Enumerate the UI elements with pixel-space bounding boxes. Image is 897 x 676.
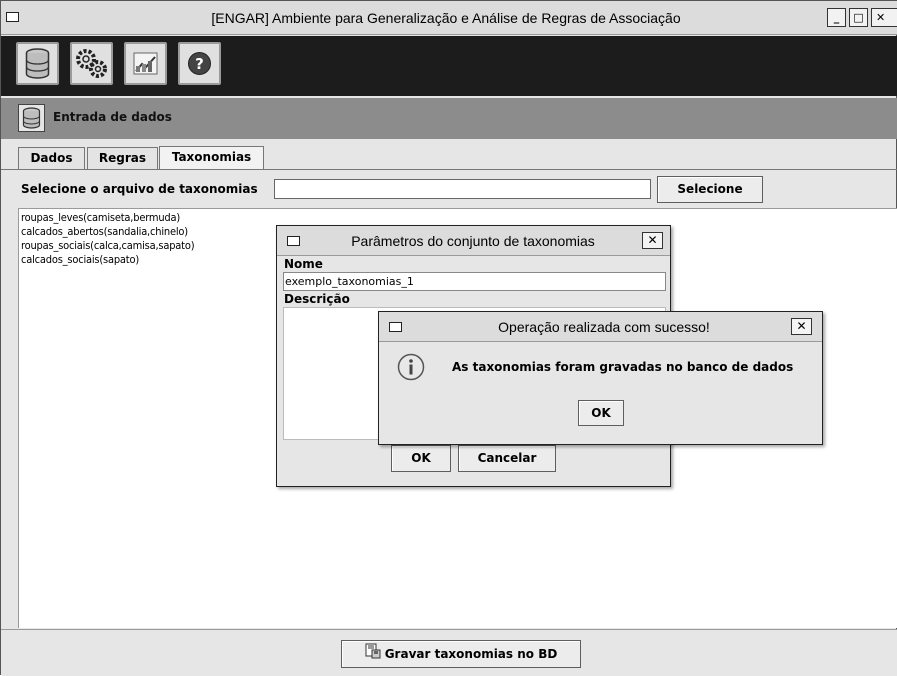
info-icon	[397, 353, 425, 384]
database-icon	[22, 107, 41, 129]
window-menu-icon[interactable]	[6, 12, 19, 22]
close-button[interactable]: ✕	[871, 8, 897, 27]
message-text: As taxonomias foram gravadas no banco de…	[452, 360, 794, 374]
message-dialog-close-button[interactable]: ✕	[791, 318, 812, 335]
params-ok-button[interactable]: OK	[391, 445, 451, 472]
section-title: Entrada de dados	[53, 110, 172, 124]
tab-taxonomias[interactable]: Taxonomias	[159, 146, 264, 170]
maximize-button[interactable]: □	[849, 8, 868, 27]
message-dialog-title: Operação realizada com sucesso!	[498, 319, 710, 335]
name-field[interactable]	[283, 272, 666, 291]
save-taxonomies-label: Gravar taxonomias no BD	[384, 647, 558, 661]
taxonomy-line: calcados_abertos(sandalia,chinelo)	[21, 225, 188, 238]
section-header: Entrada de dados	[1, 98, 897, 139]
select-file-button[interactable]: Selecione	[657, 176, 763, 203]
window-title: [ENGAR] Ambiente para Generalização e An…	[211, 10, 681, 26]
params-dialog-title: Parâmetros do conjunto de taxonomias	[351, 233, 595, 249]
dialog-menu-icon[interactable]	[389, 322, 402, 332]
svg-text:?: ?	[195, 55, 204, 73]
taxonomy-line: roupas_leves(camiseta,bermuda)	[21, 211, 181, 224]
tab-regras[interactable]: Regras	[87, 147, 158, 169]
params-cancel-button[interactable]: Cancelar	[458, 445, 556, 472]
tab-divider	[1, 169, 897, 170]
taxonomy-line: roupas_sociais(calca,camisa,sapato)	[21, 239, 195, 252]
toolbar-settings-button[interactable]	[70, 42, 113, 85]
name-label: Nome	[284, 257, 323, 271]
minimize-button[interactable]: _	[827, 8, 846, 27]
taxonomy-line: calcados_sociais(sapato)	[21, 253, 139, 266]
toolbar-help-button[interactable]: ?	[178, 42, 221, 85]
toolbar-data-button[interactable]	[16, 42, 59, 85]
save-taxonomies-button[interactable]: Gravar taxonomias no BD	[341, 640, 581, 668]
message-dialog: Operação realizada com sucesso! ✕ As tax…	[378, 311, 823, 445]
chart-icon	[133, 52, 158, 75]
message-ok-button[interactable]: OK	[578, 400, 624, 426]
toolbar-analysis-button[interactable]	[124, 42, 167, 85]
bottom-bar: Gravar taxonomias no BD	[1, 629, 897, 676]
tab-dados[interactable]: Dados	[18, 147, 85, 169]
file-select-label: Selecione o arquivo de taxonomias	[21, 182, 258, 196]
save-db-icon	[365, 642, 381, 668]
taxonomy-file-input[interactable]	[274, 179, 651, 199]
section-icon-frame	[18, 104, 45, 132]
main-toolbar: ?	[1, 36, 897, 96]
params-dialog-titlebar: Parâmetros do conjunto de taxonomias ✕	[277, 226, 670, 256]
title-bar: [ENGAR] Ambiente para Generalização e An…	[1, 1, 897, 35]
params-dialog-close-button[interactable]: ✕	[642, 232, 663, 249]
database-icon	[25, 48, 50, 79]
gears-icon	[76, 49, 107, 78]
dialog-menu-icon[interactable]	[287, 236, 300, 246]
help-icon: ?	[188, 52, 211, 75]
message-dialog-titlebar: Operação realizada com sucesso! ✕	[379, 312, 822, 342]
description-label: Descrição	[284, 292, 350, 306]
